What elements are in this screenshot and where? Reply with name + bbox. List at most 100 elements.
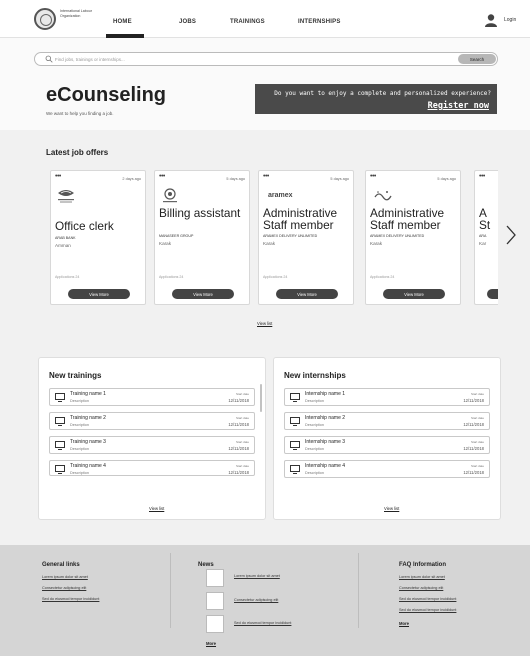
internship-description: Description <box>305 471 324 475</box>
trainings-view-list-link[interactable]: View list <box>149 506 164 511</box>
news-link[interactable]: Sed do eiusmod tempor incididunt <box>234 621 291 625</box>
nav-home[interactable]: HOME <box>113 19 132 25</box>
job-company: ARAB BANK <box>55 236 76 240</box>
footer-general-title: General links <box>42 562 80 568</box>
more-options-icon[interactable]: ••• <box>370 173 376 180</box>
job-location: Karak <box>263 241 276 246</box>
nav-trainings[interactable]: TRAININGS <box>230 19 265 25</box>
footer-link[interactable]: Consectetur adipiscing elit <box>42 586 86 590</box>
news-thumbnail[interactable] <box>206 615 224 633</box>
job-card[interactable]: ••• 2 days ago Office clerk ARAB BANK Am… <box>50 170 146 305</box>
view-more-button[interactable] <box>487 289 498 299</box>
internships-panel: New internships Internship name 1 Descri… <box>273 357 501 520</box>
faq-more-link[interactable]: More <box>399 621 409 626</box>
top-navbar: International Labour Organization HOME J… <box>0 0 530 38</box>
arabic-company-logo <box>374 191 392 201</box>
internship-name: Internship name 3 <box>305 439 346 445</box>
news-more-link[interactable]: More <box>206 641 216 646</box>
start-date-label: Start date <box>470 440 484 444</box>
monitor-icon <box>55 417 65 426</box>
training-item[interactable]: Training name 4 Description Start date 1… <box>49 460 255 476</box>
news-link[interactable]: Lorem ipsum dolor sit amet <box>234 574 280 578</box>
footer-divider <box>358 553 359 628</box>
more-options-icon[interactable]: ••• <box>479 173 485 180</box>
job-title: Administrative Staff member <box>263 206 338 232</box>
trainings-scrollbar[interactable] <box>260 384 262 412</box>
footer-link[interactable]: Sed do eiusmod tempor incididunt <box>42 597 99 601</box>
register-promo-banner: Do you want to enjoy a complete and pers… <box>255 84 497 114</box>
job-offers-title: Latest job offers <box>46 148 109 157</box>
job-applications: Applications 24 <box>159 275 184 279</box>
more-options-icon[interactable]: ••• <box>263 173 269 180</box>
search-input[interactable] <box>55 54 415 64</box>
start-date-label: Start date <box>470 392 484 396</box>
training-item[interactable]: Training name 2 Description Start date 1… <box>49 412 255 430</box>
ilo-logo[interactable] <box>34 8 56 30</box>
internship-item[interactable]: Internship name 1 Description Start date… <box>284 388 490 406</box>
internship-date: 12/11/2018 <box>463 470 484 475</box>
monitor-icon <box>290 393 300 402</box>
view-more-button[interactable]: View More <box>68 289 130 299</box>
view-more-button[interactable]: View More <box>276 289 338 299</box>
register-now-link[interactable]: Register now <box>428 101 489 111</box>
job-title: Administrative Staff member <box>370 206 445 232</box>
training-description: Description <box>70 423 89 427</box>
job-title: Office clerk <box>55 219 114 233</box>
news-thumbnail[interactable] <box>206 592 224 610</box>
job-card-partial[interactable]: ••• A St ARA Kar <box>474 170 498 305</box>
manaseer-logo <box>163 188 177 203</box>
view-more-button[interactable]: View More <box>172 289 234 299</box>
footer-link[interactable]: Lorem ipsum dolor sit amet <box>42 575 88 579</box>
internship-name: Internship name 2 <box>305 415 346 421</box>
jobs-view-list-link[interactable]: View list <box>257 321 272 326</box>
training-item[interactable]: Training name 3 Description Start date 1… <box>49 436 255 454</box>
internship-name: Internship name 4 <box>305 463 346 469</box>
job-location: Kar <box>479 241 487 246</box>
aramex-logo: aramex <box>268 192 293 199</box>
login-link[interactable]: Login <box>504 17 516 23</box>
internship-date: 12/11/2018 <box>463 446 484 451</box>
monitor-icon <box>290 441 300 450</box>
footer-divider <box>170 553 171 628</box>
job-location: Amman <box>55 243 71 248</box>
faq-link[interactable]: Consectetur adipiscing elit <box>399 586 443 590</box>
view-more-button[interactable]: View More <box>383 289 445 299</box>
more-options-icon[interactable]: ••• <box>159 173 165 180</box>
internship-item[interactable]: Internship name 4 Description Start date… <box>284 460 490 478</box>
internships-view-list-link[interactable]: View list <box>384 506 399 511</box>
start-date-label: Start date <box>235 416 249 420</box>
internship-item[interactable]: Internship name 3 Description Start date… <box>284 436 490 454</box>
user-icon[interactable] <box>484 13 498 27</box>
news-thumbnail[interactable] <box>206 569 224 587</box>
start-date-label: Start date <box>235 464 249 468</box>
nav-jobs[interactable]: JOBS <box>179 19 196 25</box>
faq-link[interactable]: Sed do eiusmod tempor incididunt <box>399 608 456 612</box>
internship-item[interactable]: Internship name 2 Description Start date… <box>284 412 490 430</box>
page-subtitle: We want to help you finding a job. <box>46 111 114 116</box>
monitor-icon <box>290 417 300 426</box>
news-link[interactable]: Consectetur adipiscing elit <box>234 598 278 602</box>
training-name: Training name 3 <box>70 439 106 445</box>
job-card[interactable]: ••• 5 days ago Administrative Staff memb… <box>365 170 461 305</box>
job-card[interactable]: ••• 5 days ago aramex Administrative Sta… <box>258 170 354 305</box>
monitor-icon <box>55 465 65 474</box>
internships-title: New internships <box>284 371 346 380</box>
job-location: Karak <box>159 241 172 246</box>
faq-link[interactable]: Lorem ipsum dolor sit amet <box>399 575 445 579</box>
more-options-icon[interactable]: ••• <box>55 173 61 180</box>
start-date-label: Start date <box>235 392 249 396</box>
nav-internships[interactable]: INTERNSHIPS <box>298 19 341 25</box>
training-description: Description <box>70 447 89 451</box>
job-card[interactable]: ••• 5 days ago Billing assistant MANASEE… <box>154 170 250 305</box>
start-date-label: Start date <box>235 440 249 444</box>
job-title: A St <box>479 206 491 232</box>
faq-link[interactable]: Sed do eiusmod tempor incididunt <box>399 597 456 601</box>
search-button[interactable]: Search <box>458 54 496 64</box>
page-title: eCounseling <box>46 84 167 106</box>
job-company: MANASEER GROUP <box>159 234 194 238</box>
internship-description: Description <box>305 423 324 427</box>
chevron-right-icon[interactable] <box>505 224 517 246</box>
training-date: 12/11/2018 <box>228 446 249 451</box>
job-applications: Applications 24 <box>55 275 80 279</box>
training-item[interactable]: Training name 1 Description Start date 1… <box>49 388 255 406</box>
